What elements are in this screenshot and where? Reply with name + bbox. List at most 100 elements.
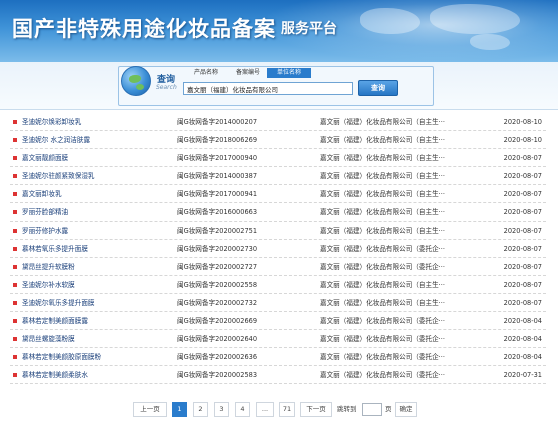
record-date: 2020-08-07 xyxy=(503,280,542,289)
table-row[interactable]: 罗丽芬脸部精油 闽G妆网备字2016000663 嘉文丽（福建）化妆品有限公司（自主… xyxy=(10,203,546,222)
product-name-link[interactable]: 圣迪妮尔 水之润洁肤露 xyxy=(22,131,90,149)
company-name: 嘉文丽（福建）化妆品有限公司（自主生··· xyxy=(320,136,445,145)
prev-page-button[interactable]: 上一页 xyxy=(133,402,167,417)
record-number: 闽G妆网备字2016000663 xyxy=(177,208,258,217)
page-ellipsis: ... xyxy=(256,402,274,417)
bullet-icon xyxy=(13,300,17,305)
product-name-link[interactable]: 慕林若定制美颜柔肤水 xyxy=(22,366,88,384)
bullet-icon xyxy=(13,174,17,179)
bullet-icon xyxy=(13,373,17,378)
record-number: 闽G妆网备字2020002640 xyxy=(177,335,258,344)
record-number: 闽G妆网备字2020002558 xyxy=(177,280,258,289)
table-row[interactable]: 黛昂丝螺旋藻粉膜 闽G妆网备字2020002640 嘉文丽（福建）化妆品有限公司（委… xyxy=(10,330,546,349)
product-name-link[interactable]: 圣迪妮尔氧乐多提升面膜 xyxy=(22,294,95,312)
header-banner: 国产非特殊用途化妆品备案 服务平台 xyxy=(0,0,558,62)
record-number: 闽G妆网备字2020002732 xyxy=(177,298,258,307)
search-label-en: Search xyxy=(156,84,177,91)
bullet-icon xyxy=(13,210,17,215)
next-page-button[interactable]: 下一页 xyxy=(300,402,332,417)
page-3-button[interactable]: 3 xyxy=(214,402,229,417)
bullet-icon xyxy=(13,138,17,143)
table-row[interactable]: 圣迪妮尔补水软膜 闽G妆网备字2020002558 嘉文丽（福建）化妆品有限公司（自… xyxy=(10,276,546,294)
goto-confirm-button[interactable]: 确定 xyxy=(395,402,417,417)
table-row[interactable]: 罗丽芬修护水露 闽G妆网备字2020002751 嘉文丽（福建）化妆品有限公司（自主… xyxy=(10,222,546,240)
record-date: 2020-08-07 xyxy=(503,190,542,199)
table-row[interactable]: 黛昂丝提升软膜粉 闽G妆网备字2020002727 嘉文丽（福建）化妆品有限公司（委… xyxy=(10,258,546,276)
record-number: 闽G妆网备字2020002730 xyxy=(177,244,258,253)
record-date: 2020-08-04 xyxy=(503,335,542,344)
company-name: 嘉文丽（福建）化妆品有限公司（自主生··· xyxy=(320,226,445,235)
map-continent-shape xyxy=(470,34,510,50)
product-name-link[interactable]: 圣迪妮尔补水软膜 xyxy=(22,276,75,294)
company-name: 嘉文丽（福建）化妆品有限公司（委托企··· xyxy=(320,335,445,344)
product-name-link[interactable]: 罗丽芬脸部精油 xyxy=(22,203,68,221)
record-date: 2020-08-04 xyxy=(503,353,542,362)
product-name-link[interactable]: 罗丽芬修护水露 xyxy=(22,222,68,240)
product-name-link[interactable]: 黛昂丝提升软膜粉 xyxy=(22,258,75,276)
company-name: 嘉文丽（福建）化妆品有限公司（自主生··· xyxy=(320,298,445,307)
product-name-link[interactable]: 圣迪妮尔驻颜紧致保湿乳 xyxy=(22,167,95,185)
product-name-link[interactable]: 圣迪妮尔焕彩卸妆乳 xyxy=(22,113,81,131)
record-date: 2020-08-07 xyxy=(503,262,542,271)
table-row[interactable]: 嘉文丽卸妆乳 闽G妆网备字2017000941 嘉文丽（福建）化妆品有限公司（自主生… xyxy=(10,185,546,204)
bullet-icon xyxy=(13,264,17,269)
map-continent-shape xyxy=(360,8,420,34)
product-name-link[interactable]: 慕林若氧乐多提升面膜 xyxy=(22,240,88,258)
page-4-button[interactable]: 4 xyxy=(235,402,250,417)
table-row[interactable]: 慕林若氧乐多提升面膜 闽G妆网备字2020002730 嘉文丽（福建）化妆品有限公司… xyxy=(10,240,546,258)
record-number: 闽G妆网备字2014000387 xyxy=(177,172,258,181)
record-number: 闽G妆网备字2020002727 xyxy=(177,262,258,271)
record-date: 2020-08-07 xyxy=(503,298,542,307)
page-last-button[interactable]: 71 xyxy=(279,402,295,417)
table-row[interactable]: 圣迪妮尔氧乐多提升面膜 闽G妆网备字2020002732 嘉文丽（福建）化妆品有限公… xyxy=(10,294,546,313)
site-subtitle: 服务平台 xyxy=(281,21,337,37)
company-name: 嘉文丽（福建）化妆品有限公司（自主生··· xyxy=(320,208,445,217)
company-name: 嘉文丽（福建）化妆品有限公司（自主生··· xyxy=(320,118,445,126)
table-row[interactable]: 圣迪妮尔焕彩卸妆乳 闽G妆网备字2014000207 嘉文丽（福建）化妆品有限公司（… xyxy=(10,113,546,132)
product-name-link[interactable]: 嘉文丽靓颜面膜 xyxy=(22,149,68,167)
product-name-link[interactable]: 慕林若定制美颜面膜露 xyxy=(22,312,88,330)
record-number: 闽G妆网备字2017000941 xyxy=(177,190,258,199)
tab-company-name[interactable]: 单位名称 xyxy=(267,68,311,78)
record-date: 2020-08-10 xyxy=(503,136,542,145)
site-title: 国产非特殊用途化妆品备案 xyxy=(12,16,276,41)
table-row[interactable]: 慕林若定制美颜面膜露 闽G妆网备字2020002669 嘉文丽（福建）化妆品有限公司… xyxy=(10,312,546,331)
goto-page-input[interactable] xyxy=(362,403,382,416)
bullet-icon xyxy=(13,282,17,287)
company-name: 嘉文丽（福建）化妆品有限公司（自主生··· xyxy=(320,172,445,181)
result-list: 圣迪妮尔焕彩卸妆乳 闽G妆网备字2014000207 嘉文丽（福建）化妆品有限公司（… xyxy=(10,113,546,385)
product-name-link[interactable]: 黛昂丝螺旋藻粉膜 xyxy=(22,330,75,348)
record-date: 2020-08-07 xyxy=(503,226,542,235)
goto-suffix: 页 xyxy=(385,405,392,413)
search-input[interactable] xyxy=(183,82,353,95)
record-number: 闽G妆网备字2020002583 xyxy=(177,371,258,380)
bullet-icon xyxy=(13,355,17,360)
bullet-icon xyxy=(13,192,17,197)
bullet-icon xyxy=(13,246,17,251)
bullet-icon xyxy=(13,228,17,233)
company-name: 嘉文丽（福建）化妆品有限公司（委托企··· xyxy=(320,353,445,362)
record-number: 闽G妆网备字2014000207 xyxy=(177,118,258,126)
record-number: 闽G妆网备字2020002751 xyxy=(177,226,258,235)
record-number: 闽G妆网备字2020002636 xyxy=(177,353,258,362)
table-row[interactable]: 慕林若定制美颜柔肤水 闽G妆网备字2020002583 嘉文丽（福建）化妆品有限公司… xyxy=(10,366,546,385)
search-button[interactable]: 查询 xyxy=(358,80,398,96)
record-number: 闽G妆网备字2018006269 xyxy=(177,136,258,145)
record-date: 2020-08-07 xyxy=(503,172,542,181)
table-row[interactable]: 嘉文丽靓颜面膜 闽G妆网备字2017000940 嘉文丽（福建）化妆品有限公司（自主… xyxy=(10,149,546,168)
table-row[interactable]: 圣迪妮尔驻颜紧致保湿乳 闽G妆网备字2014000387 嘉文丽（福建）化妆品有限公… xyxy=(10,167,546,186)
tab-product-name[interactable]: 产品名称 xyxy=(189,68,223,78)
record-date: 2020-08-07 xyxy=(503,244,542,253)
page-1-button[interactable]: 1 xyxy=(172,402,187,417)
map-continent-shape xyxy=(430,4,520,34)
table-row[interactable]: 慕林若定制美颜胶原面膜粉 闽G妆网备字2020002636 嘉文丽（福建）化妆品有限… xyxy=(10,348,546,367)
product-name-link[interactable]: 慕林若定制美颜胶原面膜粉 xyxy=(22,348,101,366)
table-row[interactable]: 圣迪妮尔 水之润洁肤露 闽G妆网备字2018006269 嘉文丽（福建）化妆品有限公… xyxy=(10,131,546,150)
page-2-button[interactable]: 2 xyxy=(193,402,208,417)
tab-record-number[interactable]: 备案编号 xyxy=(231,68,265,78)
bullet-icon xyxy=(13,120,17,124)
record-date: 2020-08-10 xyxy=(503,118,542,126)
product-name-link[interactable]: 嘉文丽卸妆乳 xyxy=(22,185,62,203)
record-date: 2020-07-31 xyxy=(503,371,542,380)
record-number: 闽G妆网备字2017000940 xyxy=(177,154,258,163)
